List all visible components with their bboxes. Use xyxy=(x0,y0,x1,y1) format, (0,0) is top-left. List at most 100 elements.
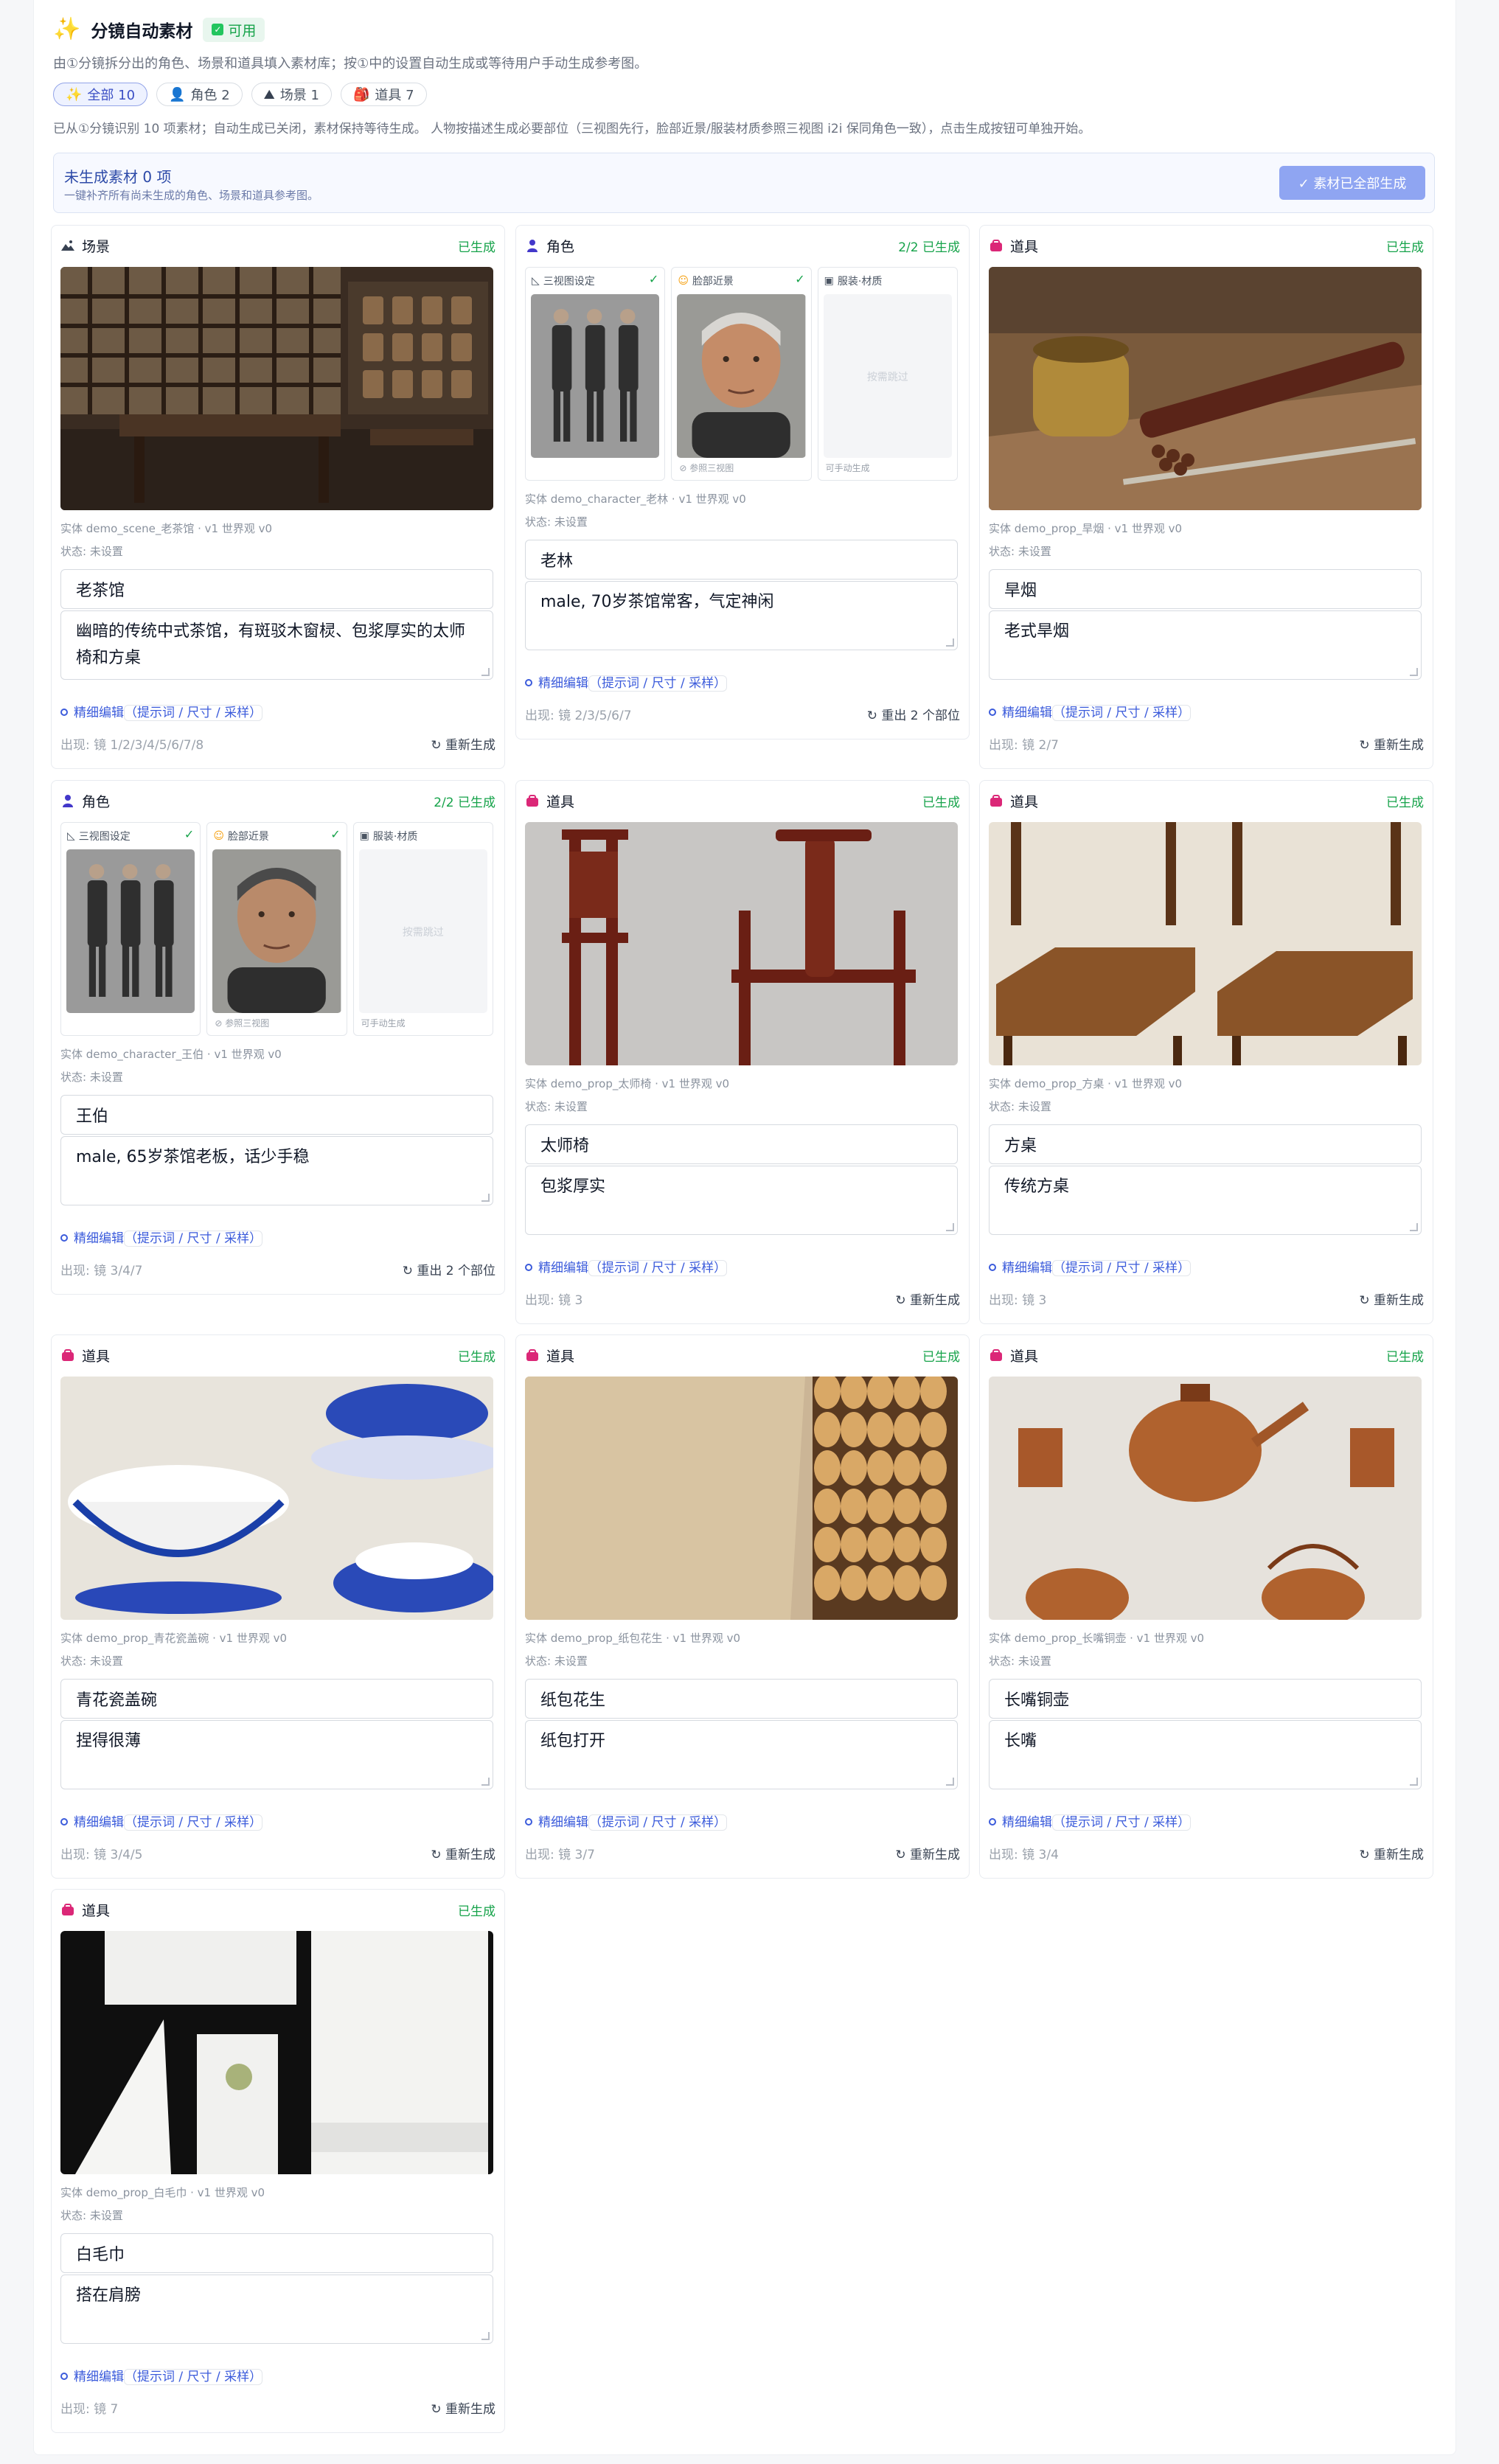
filter-character[interactable]: 👤 角色 2 xyxy=(156,83,243,106)
fine-edit-link[interactable]: 精细编辑（提示词 / 尺寸 / 采样） xyxy=(989,702,1192,721)
generation-status: 已生成 xyxy=(458,1904,495,1919)
check-icon: ✓ xyxy=(795,272,805,286)
asset-description-input[interactable]: male, 65岁茶馆老板，话少手稳 xyxy=(60,1136,493,1205)
slot-label: 三视图设定 xyxy=(78,831,131,843)
asset-description-input[interactable]: 纸包打开 xyxy=(525,1720,958,1789)
asset-image[interactable] xyxy=(60,267,493,510)
check-icon: ✓ xyxy=(184,827,195,841)
asset-description-input[interactable]: 搭在肩膀 xyxy=(60,2275,493,2344)
filter-label: 道具 7 xyxy=(375,88,414,103)
regenerate-button[interactable]: ↻ 重新生成 xyxy=(895,1844,960,1862)
reference-caption: ⊘ 参照三视图 xyxy=(215,1018,270,1029)
asset-type-label: 角色 xyxy=(546,238,575,255)
face-slot[interactable]: ☺ 脸部近景 ✓ ⊘ 参照三视图 xyxy=(671,267,812,481)
asset-name-input[interactable]: 旱烟 xyxy=(989,569,1422,609)
regenerate-button[interactable]: ↻ 重新生成 xyxy=(431,2398,495,2417)
fine-edit-link[interactable]: 精细编辑（提示词 / 尺寸 / 采样） xyxy=(525,672,728,692)
asset-description-input[interactable]: 幽暗的传统中式茶馆，有斑驳木窗棂、包浆厚实的太师椅和方桌 xyxy=(60,610,493,680)
asset-type: 场景 xyxy=(60,236,110,256)
entity-id: 实体 demo_character_老林 · v1 世界观 v0 xyxy=(525,493,746,506)
asset-description-input[interactable]: 包浆厚实 xyxy=(525,1166,958,1235)
prop-icon xyxy=(60,1348,75,1362)
three-view-slot[interactable]: ◺ 三视图设定 ✓ xyxy=(525,267,666,481)
regenerate-button[interactable]: ↻ 重新生成 xyxy=(895,1290,960,1308)
asset-name-input[interactable]: 方桌 xyxy=(989,1124,1422,1164)
fine-edit-link[interactable]: 精细编辑（提示词 / 尺寸 / 采样） xyxy=(60,1812,263,1831)
regenerate-button[interactable]: ↻ 重出 2 个部位 xyxy=(403,1260,495,1278)
prop-icon: 🎒 xyxy=(352,86,370,102)
entity-id: 实体 demo_prop_旱烟 · v1 世界观 v0 xyxy=(989,522,1183,535)
entity-id: 实体 demo_character_王伯 · v1 世界观 v0 xyxy=(60,1048,282,1061)
appear-shots: 出现: 镜 3/4 xyxy=(989,1848,1059,1862)
costume-slot[interactable]: ▣ 服装·材质 按需跳过 可手动生成 xyxy=(817,267,958,481)
asset-image[interactable] xyxy=(60,1931,493,2174)
filter-prop[interactable]: 🎒 道具 7 xyxy=(340,83,427,106)
asset-type: 角色 xyxy=(60,791,110,811)
appear-shots: 出现: 镜 3 xyxy=(989,1293,1047,1308)
fine-edit-link[interactable]: 精细编辑（提示词 / 尺寸 / 采样） xyxy=(60,702,263,721)
entity-state: 状态: 未设置 xyxy=(525,1654,588,1668)
asset-type-label: 道具 xyxy=(546,1348,575,1365)
person-icon xyxy=(60,793,75,808)
asset-meta: 实体 demo_prop_白毛巾 · v1 世界观 v0 状态: 未设置 xyxy=(60,2185,265,2223)
asset-name-input[interactable]: 老林 xyxy=(525,540,958,580)
sparkle-icon: ✨ xyxy=(66,86,83,102)
three-view-slot[interactable]: ◺ 三视图设定 ✓ xyxy=(60,822,201,1036)
asset-type-label: 道具 xyxy=(546,793,575,810)
filter-all[interactable]: ✨ 全部 10 xyxy=(53,83,148,106)
appear-shots: 出现: 镜 3/4/5 xyxy=(60,1848,143,1862)
asset-name-input[interactable]: 长嘴铜壶 xyxy=(989,1679,1422,1719)
regenerate-button[interactable]: ↻ 重新生成 xyxy=(1359,1290,1424,1308)
fine-edit-link[interactable]: 精细编辑（提示词 / 尺寸 / 采样） xyxy=(525,1812,728,1831)
filter-scene[interactable]: ⛰ 场景 1 xyxy=(251,83,332,106)
asset-name-input[interactable]: 太师椅 xyxy=(525,1124,958,1164)
filter-label: 全部 10 xyxy=(87,88,136,103)
slot-label: 三视图设定 xyxy=(543,276,595,288)
asset-name-input[interactable]: 老茶馆 xyxy=(60,569,493,609)
face-image xyxy=(212,849,341,1013)
appear-shots: 出现: 镜 1/2/3/4/5/6/7/8 xyxy=(60,738,204,753)
fine-edit-label: 精细编辑 xyxy=(538,1815,588,1830)
costume-slot[interactable]: ▣ 服装·材质 按需跳过 可手动生成 xyxy=(352,822,493,1036)
asset-meta: 实体 demo_prop_青花瓷盖碗 · v1 世界观 v0 状态: 未设置 xyxy=(60,1630,287,1668)
generate-all-button[interactable]: ✓ 素材已全部生成 xyxy=(1279,166,1425,200)
entity-id: 实体 demo_prop_方桌 · v1 世界观 v0 xyxy=(989,1077,1183,1090)
asset-image[interactable] xyxy=(989,267,1422,510)
fine-edit-label: 精细编辑 xyxy=(538,1261,588,1275)
asset-meta: 实体 demo_character_老林 · v1 世界观 v0 状态: 未设置 xyxy=(525,491,746,529)
entity-state: 状态: 未设置 xyxy=(60,1654,123,1668)
fine-edit-link[interactable]: 精细编辑（提示词 / 尺寸 / 采样） xyxy=(989,1257,1192,1276)
asset-image[interactable] xyxy=(989,822,1422,1065)
fine-edit-label: 精细编辑 xyxy=(74,706,124,720)
regenerate-button[interactable]: ↻ 重新生成 xyxy=(431,734,495,753)
asset-image[interactable] xyxy=(525,822,958,1065)
asset-image[interactable] xyxy=(525,1377,958,1620)
asset-description-input[interactable]: 捏得很薄 xyxy=(60,1720,493,1789)
face-slot[interactable]: ☺ 脸部近景 ✓ ⊘ 参照三视图 xyxy=(206,822,347,1036)
fine-edit-link[interactable]: 精细编辑（提示词 / 尺寸 / 采样） xyxy=(60,2366,263,2385)
regenerate-label: 重新生成 xyxy=(445,1848,495,1862)
fine-edit-link[interactable]: 精细编辑（提示词 / 尺寸 / 采样） xyxy=(525,1257,728,1276)
circle-icon xyxy=(60,709,68,716)
asset-name-input[interactable]: 王伯 xyxy=(60,1095,493,1135)
fine-edit-link[interactable]: 精细编辑（提示词 / 尺寸 / 采样） xyxy=(989,1812,1192,1831)
asset-type-label: 道具 xyxy=(82,1348,111,1365)
asset-name-input[interactable]: 白毛巾 xyxy=(60,2233,493,2273)
appear-shots: 出现: 镜 7 xyxy=(60,2402,119,2417)
asset-description-input[interactable]: 老式旱烟 xyxy=(989,610,1422,680)
face-icon: ☺ xyxy=(678,275,689,287)
asset-description-input[interactable]: 长嘴 xyxy=(989,1720,1422,1789)
regenerate-button[interactable]: ↻ 重新生成 xyxy=(431,1844,495,1862)
asset-name-input[interactable]: 纸包花生 xyxy=(525,1679,958,1719)
asset-description-input[interactable]: male, 70岁茶馆常客，气定神闲 xyxy=(525,581,958,650)
regenerate-button[interactable]: ↻ 重新生成 xyxy=(1359,1844,1424,1862)
regenerate-button[interactable]: ↻ 重出 2 个部位 xyxy=(867,705,960,723)
asset-image[interactable] xyxy=(989,1377,1422,1620)
asset-name-input[interactable]: 青花瓷盖碗 xyxy=(60,1679,493,1719)
panel-header: ✨ 分镜自动素材 ✓ 可用 由①分镜拆分出的角色、场景和道具填入素材库；按①中的设… xyxy=(53,16,1439,136)
fine-edit-link[interactable]: 精细编辑（提示词 / 尺寸 / 采样） xyxy=(60,1228,263,1247)
asset-description-input[interactable]: 传统方桌 xyxy=(989,1166,1422,1235)
person-icon xyxy=(525,238,540,253)
regenerate-button[interactable]: ↻ 重新生成 xyxy=(1359,734,1424,753)
asset-image[interactable] xyxy=(60,1377,493,1620)
